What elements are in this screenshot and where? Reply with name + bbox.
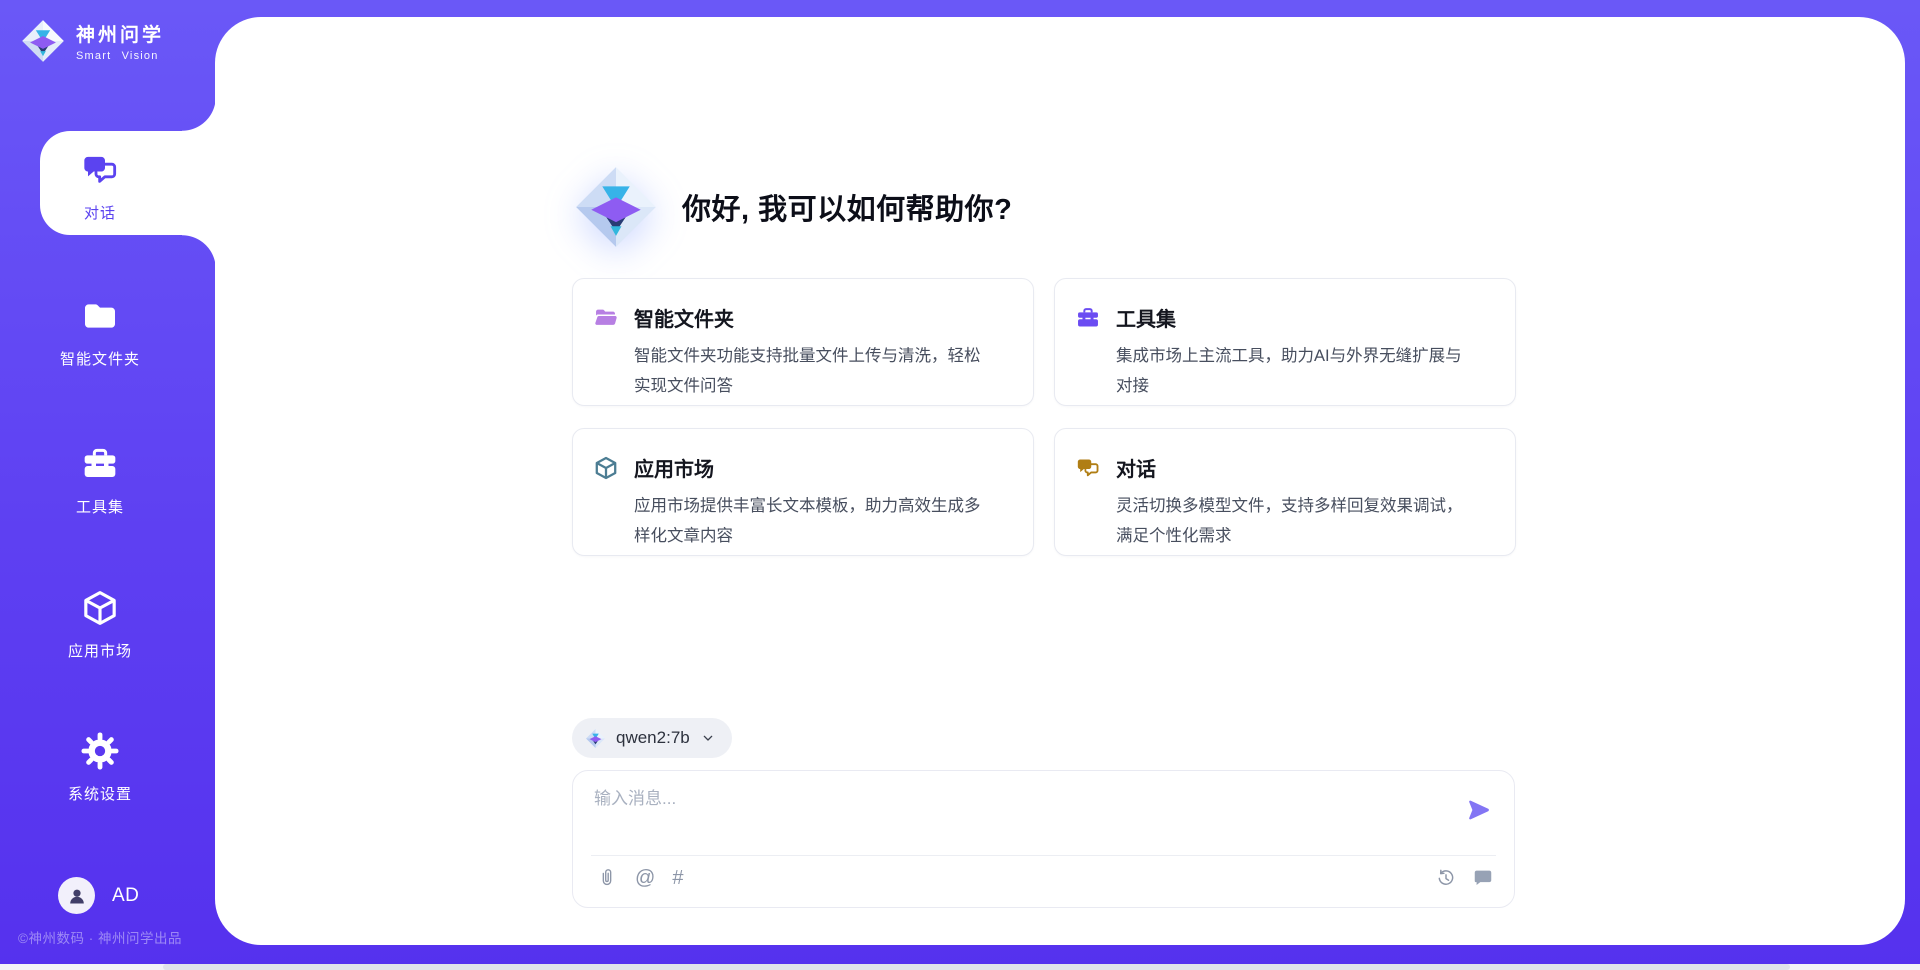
composer-tools-left: @ # (596, 867, 683, 889)
sidebar-item-label: 系统设置 (30, 783, 170, 804)
chat-icon (80, 150, 120, 190)
message-composer: @ # (572, 770, 1515, 908)
hash-icon[interactable]: # (672, 867, 683, 889)
sidebar-item-label: 智能文件夹 (30, 348, 170, 369)
chevron-down-icon (700, 730, 716, 746)
user-name: AD (112, 885, 139, 907)
cube-icon (80, 588, 120, 628)
greeting-title: 你好, 我可以如何帮助你? (682, 186, 1012, 228)
person-icon (65, 884, 89, 908)
composer-divider (591, 855, 1496, 856)
sidebar-item-settings[interactable]: 系统设置 (30, 731, 170, 804)
feature-cards: 智能文件夹 智能文件夹功能支持批量文件上传与清洗，轻松实现文件问答 (572, 278, 1516, 556)
brand-diamond-logo-small (20, 18, 66, 64)
avatar (58, 877, 95, 914)
card-app-market[interactable]: 应用市场 应用市场提供丰富长文本模板，助力高效生成多样化文章内容 (572, 428, 1034, 556)
attachment-icon[interactable] (596, 867, 618, 889)
folder-open-icon (593, 305, 619, 331)
sidebar-item-label: 应用市场 (30, 640, 170, 661)
copyright-footer: ©神州数码 · 神州问学出品 (18, 927, 182, 947)
card-description: 应用市场提供丰富长文本模板，助力高效生成多样化文章内容 (634, 491, 993, 551)
sidebar-item-toolbox[interactable]: 工具集 (30, 444, 170, 517)
sidebar-item-app-market[interactable]: 应用市场 (30, 588, 170, 661)
model-name: qwen2:7b (616, 728, 690, 748)
brand-subtitle: Smart Vision (76, 50, 164, 62)
gear-icon (80, 731, 120, 771)
card-description: 智能文件夹功能支持批量文件上传与清洗，轻松实现文件问答 (634, 341, 993, 401)
toolbox-icon (1075, 305, 1101, 331)
card-title: 对话 (1116, 453, 1156, 482)
model-logo-icon (585, 728, 606, 749)
folder-icon (80, 296, 120, 336)
send-button[interactable] (1466, 797, 1492, 823)
sidebar-item-chat[interactable]: 对话 (30, 150, 170, 223)
card-description: 灵活切换多模型文件，支持多样回复效果调试，满足个性化需求 (1116, 491, 1475, 551)
sidebar-item-label: 工具集 (30, 496, 170, 517)
user-profile[interactable]: AD (58, 877, 139, 914)
brand-name: 神州问学 (76, 20, 164, 47)
card-description: 集成市场上主流工具，助力AI与外界无缝扩展与对接 (1116, 341, 1475, 401)
card-title: 工具集 (1116, 303, 1176, 332)
model-selector[interactable]: qwen2:7b (572, 718, 732, 758)
app-window: 你好, 我可以如何帮助你? 智能文件夹 智能文件夹功能支持批量文件上传与清洗，轻… (0, 0, 1920, 970)
chat-icon (1075, 455, 1101, 481)
card-toolbox[interactable]: 工具集 集成市场上主流工具，助力AI与外界无缝扩展与对接 (1054, 278, 1516, 406)
history-icon[interactable] (1435, 867, 1457, 889)
main-panel: 你好, 我可以如何帮助你? 智能文件夹 智能文件夹功能支持批量文件上传与清洗，轻… (215, 17, 1905, 945)
brand-diamond-logo (572, 163, 660, 251)
brand: 神州问学 Smart Vision (20, 18, 164, 64)
card-chat[interactable]: 对话 灵活切换多模型文件，支持多样回复效果调试，满足个性化需求 (1054, 428, 1516, 556)
at-icon[interactable]: @ (635, 867, 655, 889)
chat-bubble-icon[interactable] (1472, 867, 1494, 889)
composer-tools-right (1435, 867, 1494, 889)
hero: 你好, 我可以如何帮助你? (572, 163, 1012, 251)
horizontal-scrollbar-thumb[interactable] (163, 964, 1790, 970)
card-title: 应用市场 (634, 453, 714, 482)
send-icon (1466, 797, 1492, 823)
card-title: 智能文件夹 (634, 303, 734, 332)
cube-icon (593, 455, 619, 481)
card-smart-folder[interactable]: 智能文件夹 智能文件夹功能支持批量文件上传与清洗，轻松实现文件问答 (572, 278, 1034, 406)
sidebar-item-label: 对话 (30, 202, 170, 223)
message-input[interactable] (594, 784, 1444, 846)
sidebar-item-smart-folder[interactable]: 智能文件夹 (30, 296, 170, 369)
toolbox-icon (80, 444, 120, 484)
